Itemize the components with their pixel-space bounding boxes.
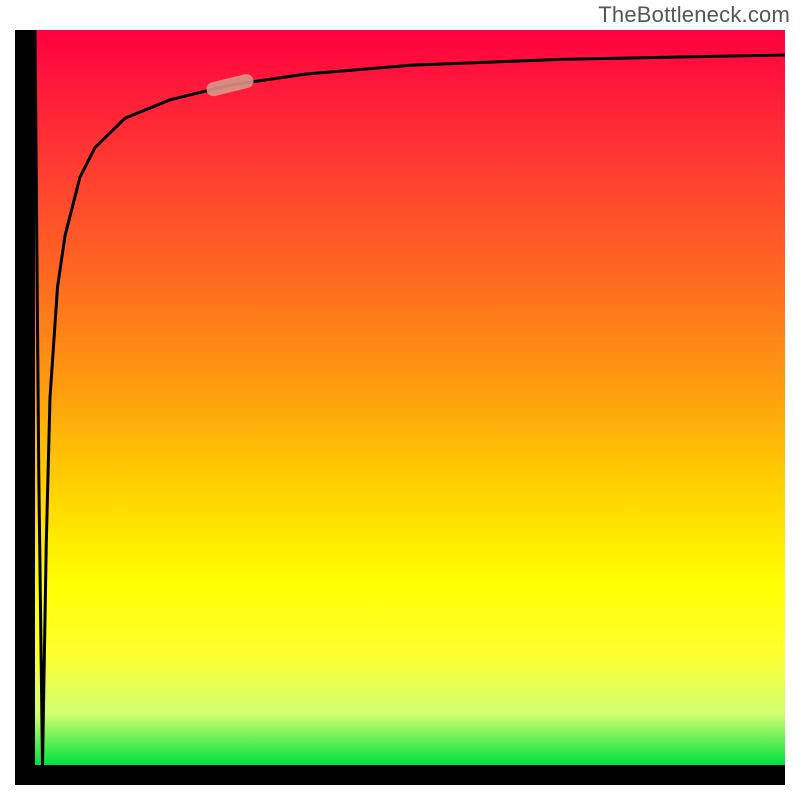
axis-left [15, 30, 35, 785]
curve-marker [205, 73, 255, 98]
axis-bottom [15, 765, 785, 785]
plot-frame [15, 30, 785, 785]
chart-canvas: TheBottleneck.com [0, 0, 800, 800]
attribution-text: TheBottleneck.com [598, 2, 790, 28]
curve-layer [35, 30, 785, 765]
bottleneck-curve [35, 30, 785, 765]
